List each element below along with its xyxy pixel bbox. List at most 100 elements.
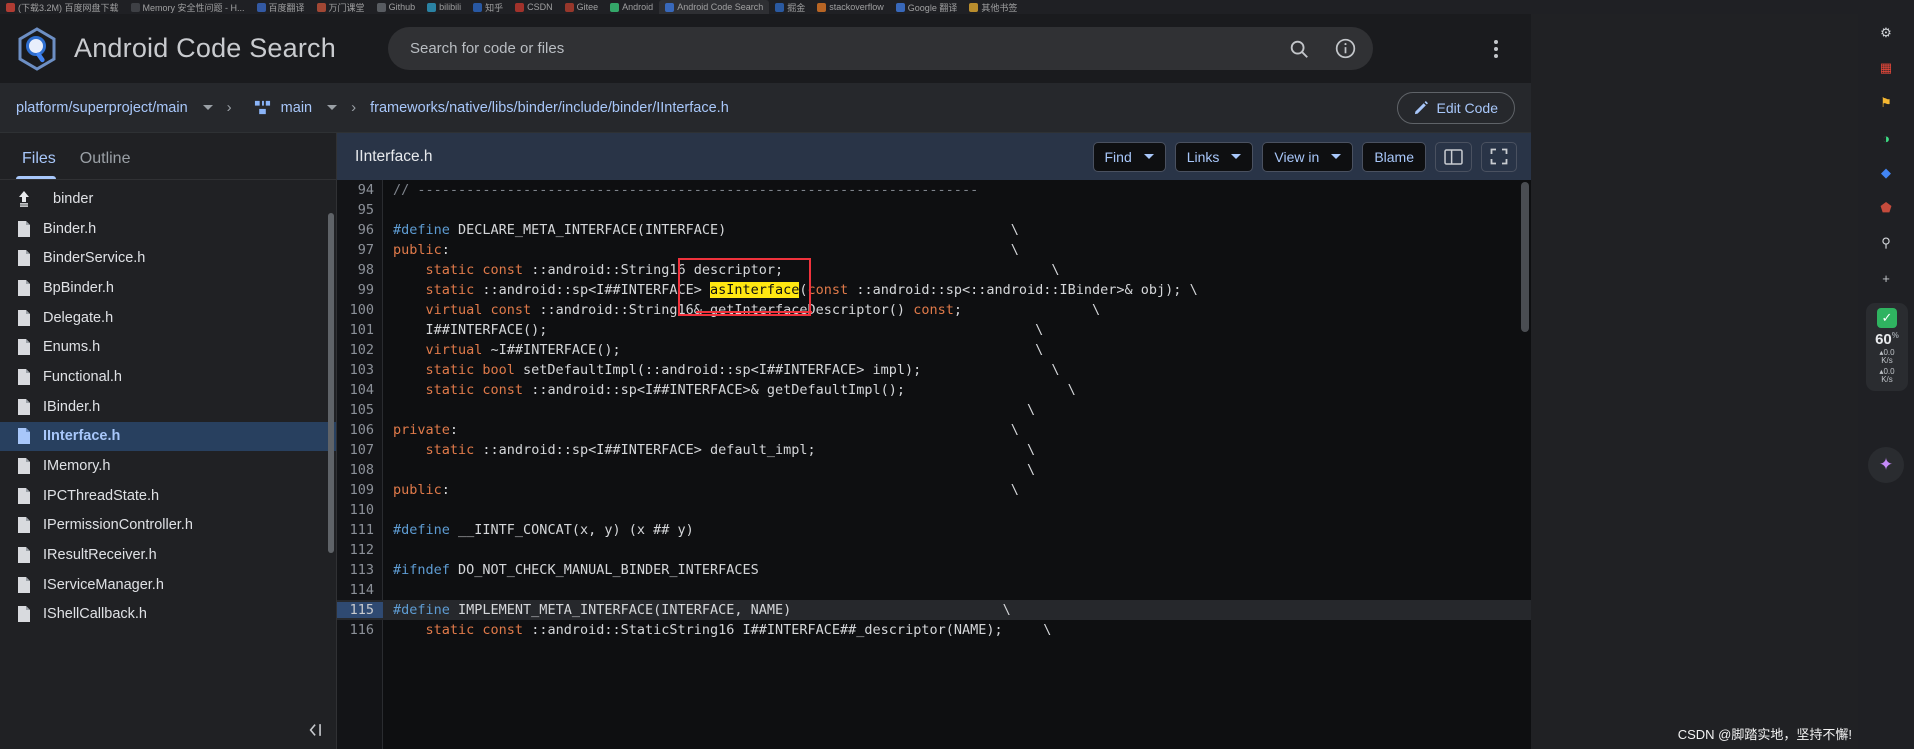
photos-icon[interactable]: ◆	[1873, 160, 1899, 186]
editor-filename: IInterface.h	[355, 147, 433, 165]
find-button[interactable]: Find	[1092, 141, 1166, 172]
taskbar-item[interactable]: 掘金	[769, 1, 811, 14]
search-icon[interactable]	[1288, 38, 1310, 60]
taskbar-item[interactable]: (下载3.2M) 百度网盘下载	[0, 1, 125, 14]
file-list-item[interactable]: IMemory.h	[0, 451, 336, 481]
file-list-item-label: IServiceManager.h	[43, 576, 164, 593]
file-list-item[interactable]: IPCThreadState.h	[0, 481, 336, 511]
file-list-item[interactable]: Binder.h	[0, 214, 336, 244]
chevron-down-icon[interactable]	[1331, 154, 1342, 159]
code-line[interactable]: 103 static bool setDefaultImpl(::android…	[337, 360, 1531, 380]
chevron-down-icon[interactable]	[202, 105, 213, 110]
line-number: 95	[357, 202, 374, 218]
file-list-item[interactable]: IInterface.h	[0, 421, 336, 452]
add-icon[interactable]: +	[1873, 265, 1899, 291]
code-line[interactable]: 104 static const ::android::sp<I##INTERF…	[337, 380, 1531, 400]
code-line[interactable]: 115 #define IMPLEMENT_META_INTERFACE(INTE…	[337, 600, 1531, 620]
sidebar-scrollbar[interactable]	[328, 213, 334, 553]
line-number: 116	[349, 622, 374, 638]
code-line[interactable]: 96 #define DECLARE_META_INTERFACE(INTERFA…	[337, 220, 1531, 240]
kebab-menu-icon[interactable]	[1479, 32, 1513, 66]
search-input[interactable]: Search for code or files	[387, 27, 1373, 70]
code-viewer[interactable]: 94 // -----------------------------------…	[337, 180, 1531, 749]
code-line-text: static ::android::sp<I##INTERFACE> defau…	[425, 442, 1036, 458]
split-view-icon[interactable]	[1435, 141, 1472, 172]
taskbar-item[interactable]: Google 翻译	[890, 1, 964, 14]
find-button-label: Find	[1104, 148, 1132, 165]
line-number: 101	[349, 322, 374, 338]
code-line[interactable]: 112	[337, 540, 1531, 560]
taskbar-item[interactable]: stackoverflow	[811, 2, 890, 12]
file-list-item[interactable]: Functional.h	[0, 362, 336, 392]
chevron-down-icon[interactable]	[1143, 154, 1154, 159]
taskbar-item[interactable]: Memory 安全性问题 - H...	[125, 1, 251, 14]
code-line[interactable]: 108 \	[337, 460, 1531, 480]
file-list-item[interactable]: Enums.h	[0, 332, 336, 362]
code-line-text: #define __IINTF_CONCAT(x, y) (x ## y)	[393, 522, 694, 538]
code-line[interactable]: 95	[337, 200, 1531, 220]
file-list-item[interactable]: IBinder.h	[0, 392, 336, 422]
taskbar-item[interactable]: 其他书签	[963, 1, 1023, 14]
blame-button[interactable]: Blame	[1362, 141, 1426, 172]
breadcrumb-path[interactable]: frameworks/native/libs/binder/include/bi…	[370, 100, 729, 116]
chevron-down-icon[interactable]	[1231, 154, 1242, 159]
code-line[interactable]: 107 static ::android::sp<I##INTERFACE> d…	[337, 440, 1531, 460]
code-line[interactable]: 111 #define __IINTF_CONCAT(x, y) (x ## y)	[337, 520, 1531, 540]
taskbar-item[interactable]: bilibili	[421, 2, 467, 12]
info-icon[interactable]	[1334, 37, 1357, 60]
code-line[interactable]: 116 static const ::android::StaticString…	[337, 620, 1531, 640]
file-list-item[interactable]: BinderService.h	[0, 243, 336, 273]
search-rail-icon[interactable]: ⚲	[1873, 230, 1899, 256]
file-list-item[interactable]: IResultReceiver.h	[0, 540, 336, 570]
file-list-item[interactable]: IServiceManager.h	[0, 570, 336, 600]
search-input-text[interactable]: Search for code or files	[410, 40, 1278, 57]
palette-icon[interactable]: ◑	[1873, 125, 1899, 151]
code-line[interactable]: 99 static ::android::sp<I##INTERFACE> as…	[337, 280, 1531, 300]
collapse-panel-icon[interactable]	[306, 721, 326, 739]
view-in-button[interactable]: View in	[1262, 141, 1354, 172]
taskbar-item[interactable]: 知乎	[467, 1, 509, 14]
breadcrumb-repo[interactable]: platform/superproject/main	[16, 100, 188, 116]
code-line-text: static ::android::sp<I##INTERFACE> asInt…	[425, 282, 1198, 298]
code-line[interactable]: 100 virtual const ::android::String16& g…	[337, 300, 1531, 320]
taskbar-item[interactable]: Github	[371, 2, 422, 12]
file-list-item[interactable]: BpBinder.h	[0, 273, 336, 303]
chevron-down-icon[interactable]	[327, 105, 338, 110]
file-list-item[interactable]: Delegate.h	[0, 303, 336, 333]
taskbar-item[interactable]: Android Code Search	[659, 0, 770, 14]
sparkle-ai-icon[interactable]: ✦	[1868, 447, 1904, 483]
breadcrumb-branch[interactable]: main	[281, 100, 312, 116]
code-line[interactable]: 97 public: \	[337, 240, 1531, 260]
taskbar-item[interactable]: CSDN	[509, 2, 559, 12]
edit-code-button[interactable]: Edit Code	[1396, 91, 1515, 124]
app-grid-icon[interactable]: ▦	[1873, 55, 1899, 81]
tab-outline[interactable]: Outline	[72, 150, 147, 179]
taskbar-item[interactable]: 万门课堂	[311, 1, 371, 14]
code-line[interactable]: 110	[337, 500, 1531, 520]
network-speed-widget[interactable]: ✓ 60% ▴0.0 K/s ▴0.0 K/s	[1866, 303, 1908, 391]
code-line[interactable]: 102 virtual ~I##INTERFACE(); \	[337, 340, 1531, 360]
code-line[interactable]: 101 I##INTERFACE(); \	[337, 320, 1531, 340]
file-list-item[interactable]: IShellCallback.h	[0, 600, 336, 630]
file-list-item[interactable]: binder	[0, 184, 336, 214]
taskbar-item-label: Google 翻译	[907, 2, 958, 13]
code-line[interactable]: 109 public: \	[337, 480, 1531, 500]
tab-files[interactable]: Files	[14, 150, 72, 179]
bookmark-icon[interactable]: ⚑	[1873, 90, 1899, 116]
code-line[interactable]: 106 private: \	[337, 420, 1531, 440]
code-line-text: // -------------------------------------…	[393, 182, 979, 198]
file-list-item[interactable]: IPermissionController.h	[0, 511, 336, 541]
code-line[interactable]: 94 // -----------------------------------…	[337, 180, 1531, 200]
code-line-text: \	[393, 462, 1036, 478]
taskbar-item[interactable]: 百度翻译	[251, 1, 311, 14]
code-line[interactable]: 105 \	[337, 400, 1531, 420]
extension-puzzle-icon[interactable]: ⚙	[1873, 20, 1899, 46]
taskbar-item[interactable]: Android	[604, 2, 659, 12]
shield-icon[interactable]: ⬟	[1873, 195, 1899, 221]
code-line[interactable]: 98 static const ::android::String16 desc…	[337, 260, 1531, 280]
links-button[interactable]: Links	[1174, 141, 1254, 172]
taskbar-item[interactable]: Gitee	[559, 2, 605, 12]
code-line[interactable]: 113 #ifndef DO_NOT_CHECK_MANUAL_BINDER_IN…	[337, 560, 1531, 580]
code-line[interactable]: 114	[337, 580, 1531, 600]
fullscreen-icon[interactable]	[1481, 141, 1517, 172]
